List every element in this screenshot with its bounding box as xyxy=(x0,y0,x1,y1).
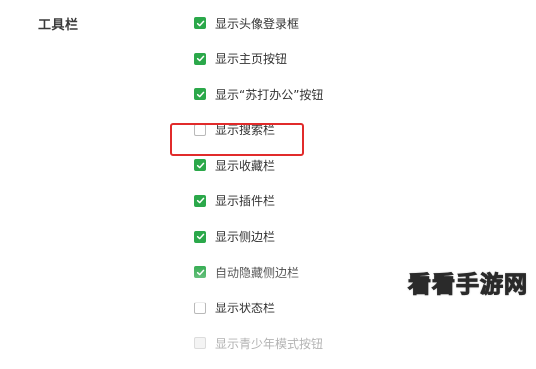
option-label: 显示青少年模式按钮 xyxy=(215,336,324,351)
toolbar-options-list: 显示头像登录框 显示主页按钮 显示“苏打办公”按钮 显示搜索栏 显示收藏栏 显示… xyxy=(194,13,323,369)
option-show-avatar-login[interactable]: 显示头像登录框 xyxy=(194,13,323,33)
option-show-search-bar[interactable]: 显示搜索栏 xyxy=(194,120,323,140)
option-label: 显示头像登录框 xyxy=(215,16,300,31)
watermark-logo: 看看手游网 xyxy=(408,272,528,299)
checkbox[interactable] xyxy=(194,194,206,207)
option-auto-hide-sidebar[interactable]: 自动隐藏侧边栏 xyxy=(194,262,323,282)
section-title-toolbar: 工具栏 xyxy=(38,18,79,33)
checkbox[interactable] xyxy=(194,123,206,136)
option-show-sidebar[interactable]: 显示侧边栏 xyxy=(194,227,323,247)
option-show-youth-mode-button[interactable]: 显示青少年模式按钮 xyxy=(194,333,323,353)
option-label: 显示状态栏 xyxy=(215,301,276,316)
option-show-bookmarks-bar[interactable]: 显示收藏栏 xyxy=(194,155,323,175)
checkbox[interactable] xyxy=(194,266,206,279)
checkmark-icon xyxy=(196,233,204,240)
option-label: 显示主页按钮 xyxy=(215,52,288,67)
option-label: 自动隐藏侧边栏 xyxy=(215,265,300,280)
checkbox[interactable] xyxy=(194,88,206,101)
checkbox[interactable] xyxy=(194,301,206,314)
option-show-suda-office-button[interactable]: 显示“苏打办公”按钮 xyxy=(194,84,323,104)
checkbox[interactable] xyxy=(194,230,206,243)
checkbox[interactable] xyxy=(194,337,206,350)
option-label: 显示“苏打办公”按钮 xyxy=(215,87,324,102)
option-show-extensions-bar[interactable]: 显示插件栏 xyxy=(194,191,323,211)
option-show-status-bar[interactable]: 显示状态栏 xyxy=(194,298,323,318)
checkbox[interactable] xyxy=(194,17,206,29)
option-label: 显示搜索栏 xyxy=(215,123,276,138)
checkmark-icon xyxy=(196,55,204,62)
checkmark-icon xyxy=(196,198,204,204)
checkmark-icon xyxy=(196,162,204,169)
option-label: 显示侧边栏 xyxy=(215,230,276,245)
option-label: 显示收藏栏 xyxy=(215,158,276,173)
checkbox[interactable] xyxy=(194,159,206,172)
checkmark-icon xyxy=(196,269,204,276)
checkbox[interactable] xyxy=(194,52,206,65)
checkmark-icon xyxy=(196,91,204,98)
option-show-home-button[interactable]: 显示主页按钮 xyxy=(194,49,323,69)
checkmark-icon xyxy=(196,20,204,26)
option-label: 显示插件栏 xyxy=(215,194,276,209)
